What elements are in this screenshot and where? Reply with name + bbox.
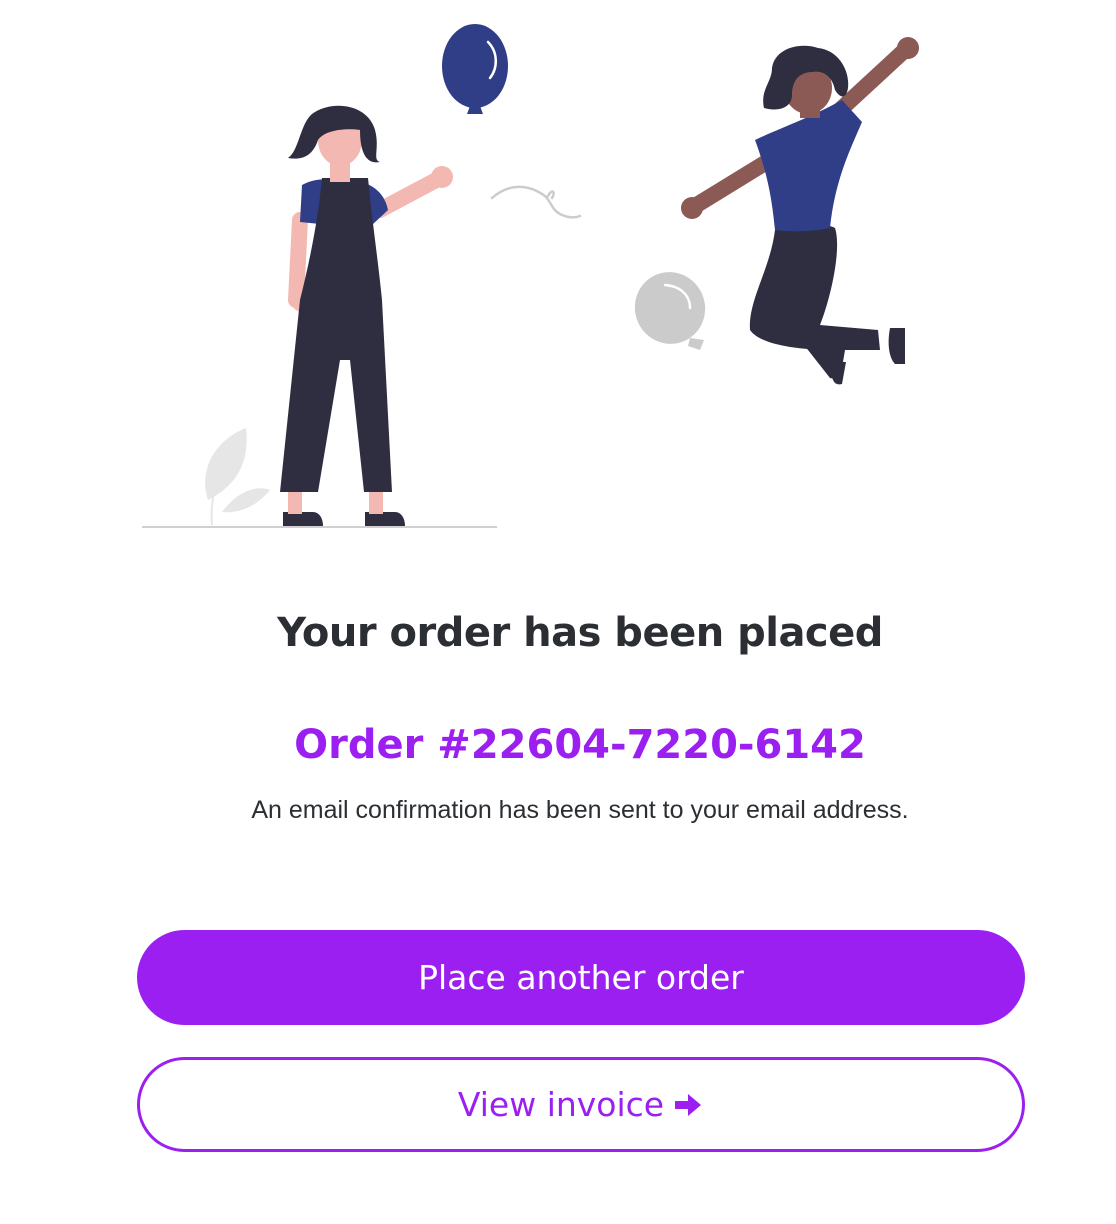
place-another-order-button[interactable]: Place another order xyxy=(137,930,1025,1025)
view-invoice-label: View invoice xyxy=(457,1085,665,1124)
page-title: Your order has been placed xyxy=(277,610,883,656)
place-another-order-label: Place another order xyxy=(418,958,744,997)
standing-woman-figure xyxy=(280,105,453,526)
gray-balloon-icon xyxy=(634,272,706,350)
jumping-woman-figure xyxy=(681,37,919,385)
confirmation-message: An email confirmation has been sent to y… xyxy=(251,796,909,824)
view-invoice-button[interactable]: View invoice xyxy=(137,1057,1025,1152)
arrow-right-icon xyxy=(675,1093,702,1116)
blue-balloon-icon xyxy=(442,24,508,114)
plant-icon xyxy=(205,428,270,526)
order-number: Order #22604-7220-6142 xyxy=(294,722,866,768)
balloon-string xyxy=(490,185,582,219)
celebration-illustration xyxy=(142,24,919,528)
